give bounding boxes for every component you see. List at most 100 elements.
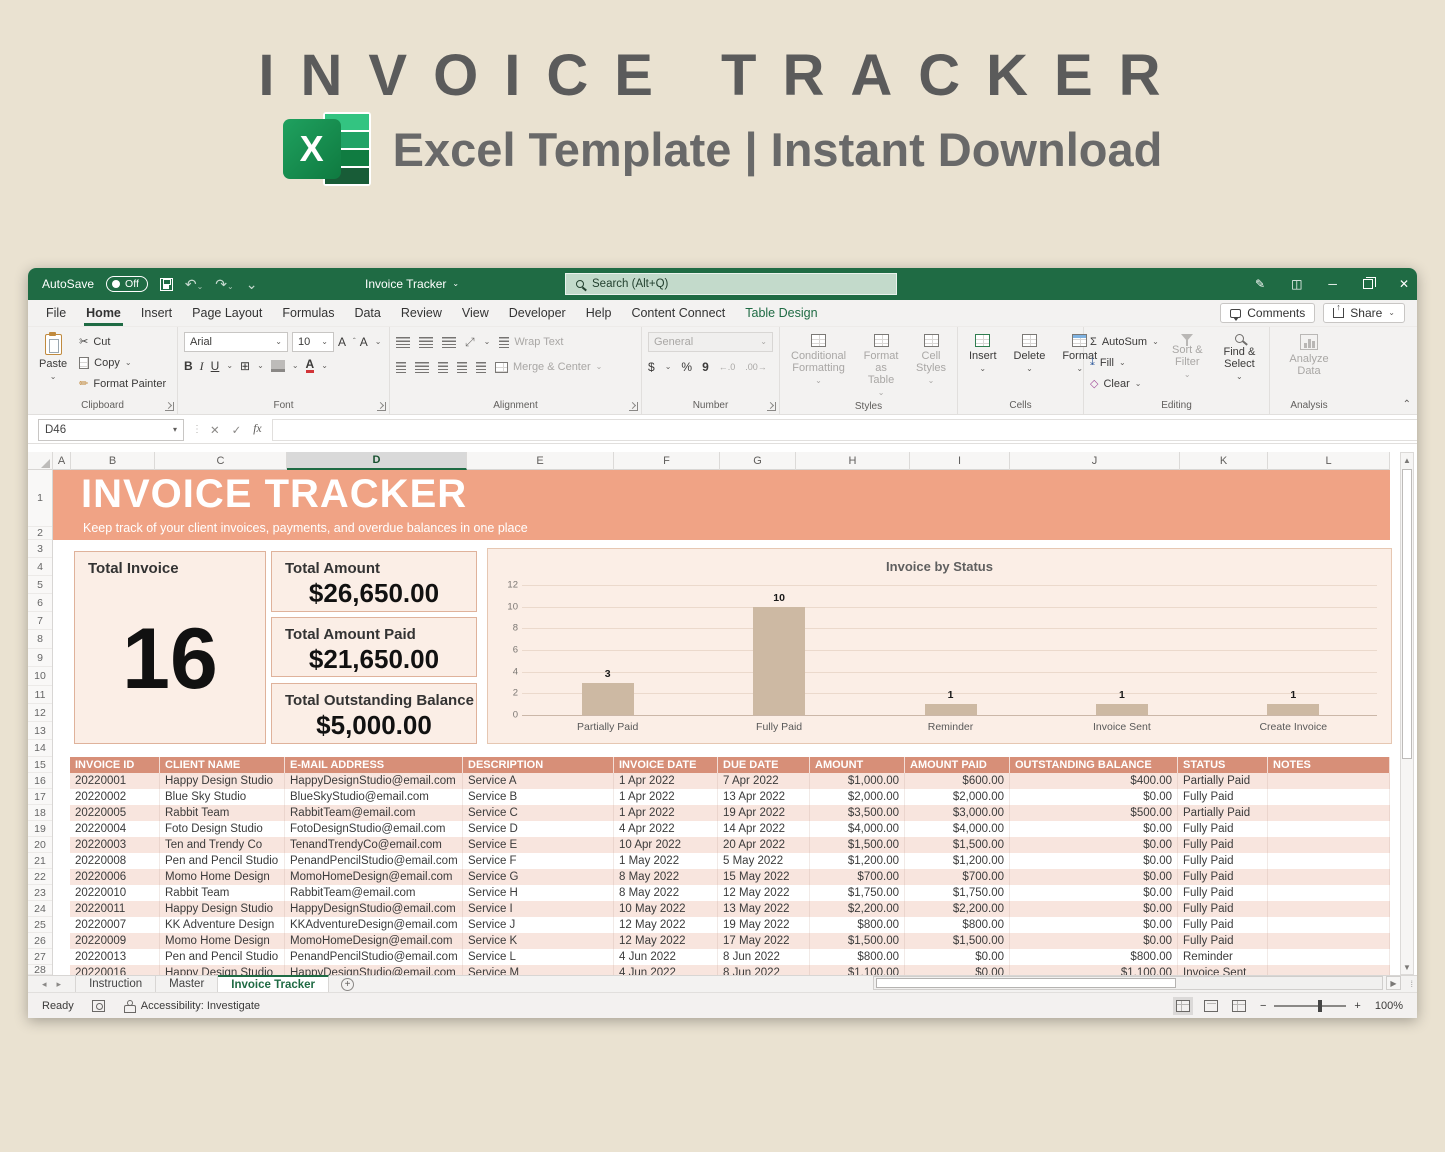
- cell-invoice-date[interactable]: 10 Apr 2022: [614, 837, 718, 853]
- cell-outstanding-balance[interactable]: $0.00: [1010, 917, 1178, 933]
- column-header-B[interactable]: B: [71, 452, 155, 470]
- cell-amount-paid[interactable]: $700.00: [905, 869, 1010, 885]
- ribbon-tab-formulas[interactable]: Formulas: [272, 300, 344, 326]
- cell-amount[interactable]: $800.00: [810, 917, 905, 933]
- cell-outstanding-balance[interactable]: $0.00: [1010, 821, 1178, 837]
- cell-due-date[interactable]: 20 Apr 2022: [718, 837, 810, 853]
- cell-notes[interactable]: [1268, 885, 1390, 901]
- sheet-nav-left-icon[interactable]: ◂: [42, 979, 47, 990]
- column-header-K[interactable]: K: [1180, 452, 1268, 470]
- search-input[interactable]: Search (Alt+Q): [565, 273, 897, 295]
- row-header-11[interactable]: 11: [28, 686, 52, 704]
- cell-description[interactable]: Service F: [463, 853, 614, 869]
- font-dialog-launcher[interactable]: [377, 402, 386, 411]
- cell-invoice-id[interactable]: 20220007: [70, 917, 160, 933]
- font-color-button[interactable]: A: [306, 359, 315, 373]
- ribbon-tab-help[interactable]: Help: [576, 300, 622, 326]
- close-button[interactable]: ✕: [1399, 277, 1409, 291]
- cell-amount-paid[interactable]: $0.00: [905, 965, 1010, 975]
- cell-outstanding-balance[interactable]: $500.00: [1010, 805, 1178, 821]
- cell-invoice-id[interactable]: 20220008: [70, 853, 160, 869]
- row-header-18[interactable]: 18: [28, 805, 52, 821]
- cell-description[interactable]: Service A: [463, 773, 614, 789]
- cell-amount-paid[interactable]: $1,750.00: [905, 885, 1010, 901]
- share-button[interactable]: Share ⌄: [1323, 303, 1405, 323]
- cell-e-mail-address[interactable]: FotoDesignStudio@email.com: [285, 821, 463, 837]
- row-header-3[interactable]: 3: [28, 540, 52, 558]
- cell-invoice-id[interactable]: 20220003: [70, 837, 160, 853]
- row-header-20[interactable]: 20: [28, 837, 52, 853]
- cell-invoice-id[interactable]: 20220005: [70, 805, 160, 821]
- table-row[interactable]: 20220016Happy Design StudioHappyDesignSt…: [70, 965, 1390, 975]
- paste-button[interactable]: Paste⌄: [34, 332, 72, 383]
- table-row[interactable]: 20220010Rabbit TeamRabbitTeam@email.comS…: [70, 885, 1390, 901]
- cell-client-name[interactable]: Rabbit Team: [160, 885, 285, 901]
- shrink-font-button[interactable]: A⌄: [360, 332, 382, 352]
- cell-amount[interactable]: $2,200.00: [810, 901, 905, 917]
- restore-button[interactable]: [1363, 279, 1373, 289]
- redo-icon[interactable]: ↷⌄: [215, 276, 233, 293]
- cell-status[interactable]: Reminder: [1178, 949, 1268, 965]
- cell-amount-paid[interactable]: $0.00: [905, 949, 1010, 965]
- cell-client-name[interactable]: Ten and Trendy Co: [160, 837, 285, 853]
- cut-button[interactable]: ✂Cut: [79, 332, 166, 351]
- table-row[interactable]: 20220001Happy Design StudioHappyDesignSt…: [70, 773, 1390, 789]
- name-box[interactable]: D46▾: [38, 419, 184, 441]
- cell-notes[interactable]: [1268, 853, 1390, 869]
- align-right-button[interactable]: [438, 362, 448, 373]
- cell-status[interactable]: Fully Paid: [1178, 853, 1268, 869]
- sheet-tab-invoice-tracker[interactable]: Invoice Tracker: [218, 975, 329, 992]
- insert-function-icon[interactable]: fx: [253, 423, 261, 437]
- column-header-F[interactable]: F: [614, 452, 720, 470]
- column-header-E[interactable]: E: [467, 452, 614, 470]
- row-header-10[interactable]: 10: [28, 667, 52, 686]
- comma-style-button[interactable]: 9: [702, 360, 709, 374]
- table-row[interactable]: 20220003Ten and Trendy CoTenandTrendyCo@…: [70, 837, 1390, 853]
- cell-invoice-date[interactable]: 10 May 2022: [614, 901, 718, 917]
- column-header-G[interactable]: G: [720, 452, 796, 470]
- row-header-6[interactable]: 6: [28, 594, 52, 612]
- row-header-26[interactable]: 26: [28, 933, 52, 949]
- clipboard-dialog-launcher[interactable]: [165, 402, 174, 411]
- scroll-right-icon[interactable]: ▶: [1386, 976, 1401, 990]
- cell-client-name[interactable]: Momo Home Design: [160, 869, 285, 885]
- cell-description[interactable]: Service D: [463, 821, 614, 837]
- cell-amount[interactable]: $700.00: [810, 869, 905, 885]
- cell-amount[interactable]: $2,000.00: [810, 789, 905, 805]
- cell-due-date[interactable]: 14 Apr 2022: [718, 821, 810, 837]
- cell-amount-paid[interactable]: $1,500.00: [905, 837, 1010, 853]
- cell-outstanding-balance[interactable]: $0.00: [1010, 853, 1178, 869]
- cancel-entry-icon[interactable]: ✕: [210, 423, 220, 437]
- cell-amount-paid[interactable]: $2,200.00: [905, 901, 1010, 917]
- new-sheet-button[interactable]: +: [341, 978, 354, 991]
- cell-notes[interactable]: [1268, 805, 1390, 821]
- row-header-22[interactable]: 22: [28, 869, 52, 885]
- cell-status[interactable]: Partially Paid: [1178, 805, 1268, 821]
- format-painter-button[interactable]: ✏Format Painter: [79, 374, 166, 393]
- page-layout-view-button[interactable]: [1204, 1000, 1218, 1012]
- cell-invoice-date[interactable]: 8 May 2022: [614, 885, 718, 901]
- align-center-button[interactable]: [415, 362, 429, 373]
- italic-button[interactable]: I: [200, 359, 204, 374]
- increase-decimal-button[interactable]: ←.0: [719, 362, 736, 372]
- row-header-4[interactable]: 4: [28, 558, 52, 576]
- row-header-2[interactable]: 2: [28, 527, 52, 540]
- font-size-select[interactable]: 10⌄: [292, 332, 334, 352]
- number-dialog-launcher[interactable]: [767, 402, 776, 411]
- cell-outstanding-balance[interactable]: $0.00: [1010, 837, 1178, 853]
- cell-description[interactable]: Service B: [463, 789, 614, 805]
- fill-button[interactable]: ⤓Fill⌄: [1090, 353, 1159, 372]
- ribbon-tab-home[interactable]: Home: [76, 300, 131, 326]
- cell-client-name[interactable]: Foto Design Studio: [160, 821, 285, 837]
- column-header-H[interactable]: H: [796, 452, 910, 470]
- cell-status[interactable]: Fully Paid: [1178, 869, 1268, 885]
- table-row[interactable]: 20220013Pen and Pencil StudioPenandPenci…: [70, 949, 1390, 965]
- cell-description[interactable]: Service K: [463, 933, 614, 949]
- cell-amount[interactable]: $1,200.00: [810, 853, 905, 869]
- row-header-15[interactable]: 15: [28, 757, 52, 773]
- cell-due-date[interactable]: 13 Apr 2022: [718, 789, 810, 805]
- ribbon-tab-page-layout[interactable]: Page Layout: [182, 300, 272, 326]
- cell-status[interactable]: Fully Paid: [1178, 917, 1268, 933]
- cell-client-name[interactable]: Happy Design Studio: [160, 901, 285, 917]
- cell-due-date[interactable]: 8 Jun 2022: [718, 949, 810, 965]
